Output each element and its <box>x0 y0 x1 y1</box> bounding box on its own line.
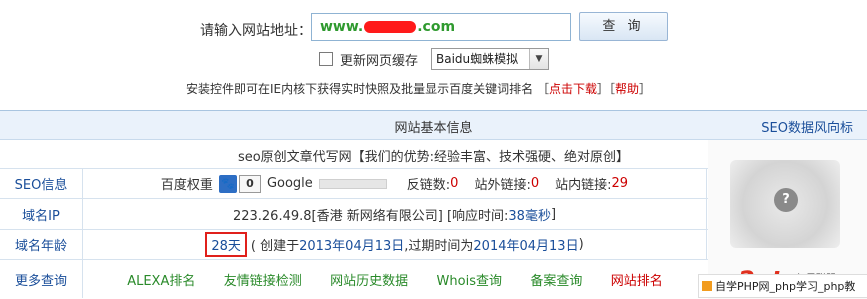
icp-record-link[interactable]: 备案查询 <box>530 270 582 289</box>
mode-select[interactable]: Baidu蜘蛛模拟 ▼ <box>431 48 549 70</box>
backlinks-label: 反链数: <box>406 178 451 193</box>
refresh-cache-checkbox[interactable] <box>319 52 333 66</box>
ip-close: ] <box>550 206 557 222</box>
mode-select-value: Baidu蜘蛛模拟 <box>436 52 519 66</box>
query-button[interactable]: 查 询 <box>579 12 668 41</box>
expire-date: 2014年04月13日 <box>473 239 579 254</box>
watermark-bullet-icon <box>702 281 712 291</box>
footer-watermark: 自学PHP网_php学习_php教 <box>698 274 867 298</box>
bracket: ］ <box>596 82 609 96</box>
ip-cell: 223.26.49.8[香港 新网络有限公司] [响应时间: 38毫秒] <box>83 199 707 229</box>
seo-nav-link[interactable]: SEO数据风向标 <box>761 117 853 136</box>
help-link[interactable]: 帮助 <box>615 82 639 96</box>
bracket: ］ <box>639 82 652 96</box>
ip-label: 域名IP <box>0 199 83 229</box>
footer-watermark-text: 自学PHP网_php学习_php教 <box>715 280 856 293</box>
url-input[interactable]: www. .com <box>311 13 571 41</box>
baidu-weight-badge[interactable]: 🐾 0 <box>218 174 261 193</box>
bracket: ［ <box>536 82 549 96</box>
question-icon: ? <box>774 188 798 212</box>
refresh-cache-label: 更新网页缓存 <box>340 54 419 69</box>
more-label: 更多查询 <box>0 260 83 298</box>
age-label: 域名年龄 <box>0 230 83 259</box>
notice-text: 安装控件即可在IE内核下获得实时快照及批量显示百度关键词排名 <box>186 82 534 96</box>
age-cell: 28天 ( 创建于 2013年04月13日 ,过期时间为 2014年04月13日) <box>83 230 707 259</box>
backlinks-value[interactable]: 0 <box>450 176 458 191</box>
created-date: 2013年04月13日 <box>299 239 405 254</box>
site-info-panel: 网站基本信息 SEO数据风向标 seo原创文章代写网【我们的优势:经验丰富、技术… <box>0 110 867 299</box>
panel-title: 网站基本信息 <box>394 121 473 136</box>
more-links: ALEXA排名 友情链接检测 网站历史数据 Whois查询 备案查询 网站排名 <box>83 260 707 298</box>
google-pr-bar <box>318 178 387 189</box>
query-form: 请输入网站地址： www. .com 查 询 更新网页缓存 Baidu蜘蛛模拟 ▼… <box>0 0 867 108</box>
download-link[interactable]: 点击下载 <box>549 82 597 96</box>
panel-header: 网站基本信息 SEO数据风向标 <box>0 111 867 140</box>
domain-age-value: 28天 <box>205 232 247 257</box>
chevron-down-icon[interactable]: ▼ <box>529 49 548 69</box>
notice-line: 安装控件即可在IE内核下获得实时快照及批量显示百度关键词排名 ［点击下载］［帮助… <box>186 80 651 97</box>
seo-label: SEO信息 <box>0 169 83 198</box>
baidu-paw-icon: 🐾 <box>218 174 237 193</box>
alexa-rank-link[interactable]: ALEXA排名 <box>127 270 195 289</box>
history-data-link[interactable]: 网站历史数据 <box>330 270 408 289</box>
thumbnail-placeholder: ? <box>730 160 840 248</box>
url-label: 请输入网站地址： <box>200 23 312 39</box>
external-links-label: 站外链接: <box>474 178 531 193</box>
age-close: ) <box>578 237 584 252</box>
external-links-value[interactable]: 0 <box>531 176 539 191</box>
google-label: Google <box>266 176 313 191</box>
response-time: 38毫秒 <box>508 208 551 224</box>
url-prefix: www. <box>320 19 364 35</box>
url-suffix: .com <box>417 19 456 35</box>
friend-link-check-link[interactable]: 友情链接检测 <box>224 270 302 289</box>
seo-cell: 百度权重 🐾 0 Google 反链数: 0 站外链接: 0 站内链接: 29 <box>83 169 707 198</box>
created-prefix: ( 创建于 <box>250 239 300 254</box>
redaction-mark <box>364 21 417 33</box>
internal-links-label: 站内链接: <box>555 178 612 193</box>
expire-prefix: ,过期时间为 <box>404 239 474 254</box>
internal-links-value[interactable]: 29 <box>612 176 629 191</box>
baidu-weight-label: 百度权重 <box>160 178 213 193</box>
ip-value: 223.26.49.8[香港 新网络有限公司] [响应时间: <box>232 208 509 224</box>
baidu-weight-value: 0 <box>238 174 261 193</box>
whois-link[interactable]: Whois查询 <box>437 270 502 289</box>
site-rank-link[interactable]: 网站排名 <box>611 270 663 289</box>
